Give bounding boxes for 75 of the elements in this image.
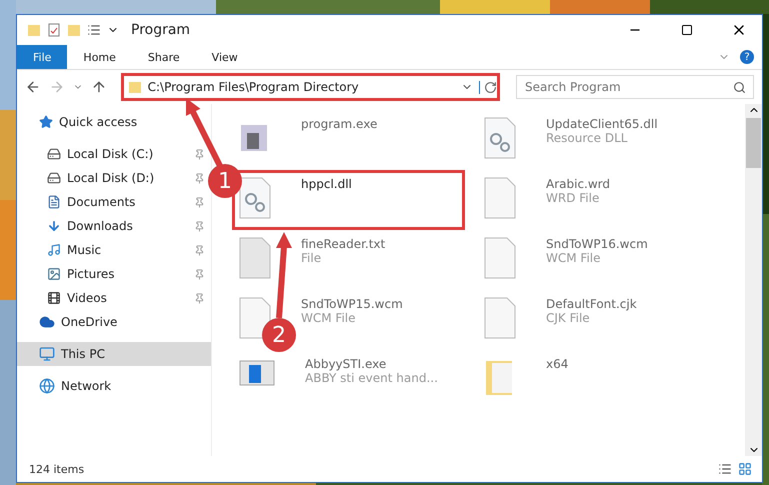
film-icon: [47, 291, 61, 305]
file-name[interactable]: hppcl.dll: [301, 177, 352, 191]
sidebar-item[interactable]: Network: [17, 374, 211, 398]
file-name[interactable]: fineReader.txt: [301, 237, 386, 251]
tiles-view-icon[interactable]: [738, 462, 752, 476]
properties-icon[interactable]: [87, 23, 101, 37]
gear-file-icon: [239, 177, 271, 219]
pin-icon[interactable]: [194, 172, 205, 184]
music-note-icon: [47, 243, 61, 257]
file-type: ABBY sti event hand...: [305, 371, 438, 385]
pin-icon[interactable]: [194, 148, 205, 160]
sidebar-item[interactable]: Local Disk (C:): [17, 142, 211, 166]
search-icon[interactable]: [733, 80, 746, 94]
gear-file-icon: [484, 117, 516, 159]
sidebar-item[interactable]: Documents: [17, 190, 211, 214]
file-type: File: [301, 251, 322, 265]
sidebar-item[interactable]: Quick access: [17, 110, 211, 134]
picture-icon: [47, 267, 61, 281]
address-bar[interactable]: C:\Program Files\Program Directory: [120, 73, 500, 101]
file-type: WCM File: [301, 311, 356, 325]
sidebar-item[interactable]: Videos: [17, 286, 211, 310]
ribbon-tab[interactable]: View: [196, 45, 254, 69]
file-type: WCM File: [546, 251, 602, 265]
file-type: Resource DLL: [546, 131, 628, 145]
file-icon: [239, 297, 271, 339]
ribbon-tab[interactable]: Share: [132, 45, 196, 69]
search-field[interactable]: Search Program: [516, 75, 754, 99]
file-name[interactable]: program.exe: [301, 117, 378, 131]
sidebar-item[interactable]: This PC: [17, 342, 211, 366]
sidebar-item[interactable]: Local Disk (D:): [17, 166, 211, 190]
pin-icon[interactable]: [194, 196, 205, 208]
sidebar-item[interactable]: Downloads: [17, 214, 211, 238]
file-name[interactable]: DefaultFont.cjk: [546, 297, 637, 311]
sidebar-item[interactable]: Pictures: [17, 262, 211, 286]
window-title: Program: [131, 22, 192, 38]
file-name[interactable]: x64: [546, 357, 568, 371]
pin-icon[interactable]: [194, 244, 205, 256]
sidebar-item[interactable]: Music: [17, 238, 211, 262]
file-name[interactable]: AbbyySTI.exe: [305, 357, 438, 371]
help-button[interactable]: ?: [740, 50, 754, 64]
checklist-icon[interactable]: [47, 23, 61, 37]
folder-icon: [128, 80, 142, 94]
file-name[interactable]: SndToWP16.wcm: [546, 237, 648, 251]
file-name[interactable]: SndToWP15.wcm: [301, 297, 403, 311]
file-icon: [484, 177, 516, 219]
pin-icon[interactable]: [194, 268, 205, 280]
pin-icon[interactable]: [194, 220, 205, 232]
drive-icon: [47, 171, 61, 185]
cloud-icon: [39, 314, 55, 330]
star-icon: [39, 115, 53, 129]
file-type: WRD File: [546, 191, 600, 205]
file-icon: [484, 237, 516, 279]
sidebar-item[interactable]: OneDrive: [17, 310, 211, 334]
monitor-icon: [39, 346, 55, 362]
item-count: 124 items: [29, 462, 86, 476]
scrollbar-thumb[interactable]: [746, 118, 761, 168]
maximize-icon[interactable]: [681, 24, 693, 36]
scrollbar[interactable]: [745, 104, 762, 456]
document-icon: [47, 195, 61, 209]
file-type: CJK File: [546, 311, 591, 325]
details-view-icon[interactable]: [718, 462, 732, 476]
ribbon-tab[interactable]: Home: [67, 45, 132, 69]
back-icon[interactable]: [25, 79, 41, 95]
globe-icon: [39, 378, 55, 394]
file-name[interactable]: UpdateClient65.dll: [546, 117, 658, 131]
file-icon: [484, 297, 516, 339]
up-icon[interactable]: [90, 79, 107, 95]
ribbon-tab[interactable]: File: [17, 45, 68, 69]
file-name[interactable]: Arabic.wrd: [546, 177, 610, 191]
drive-icon: [47, 147, 61, 161]
address-path: C:\Program Files\Program Directory: [148, 80, 360, 94]
download-icon: [47, 219, 61, 233]
file-icon: [239, 237, 271, 279]
pin-icon[interactable]: [194, 292, 205, 304]
refresh-icon[interactable]: [479, 80, 498, 94]
